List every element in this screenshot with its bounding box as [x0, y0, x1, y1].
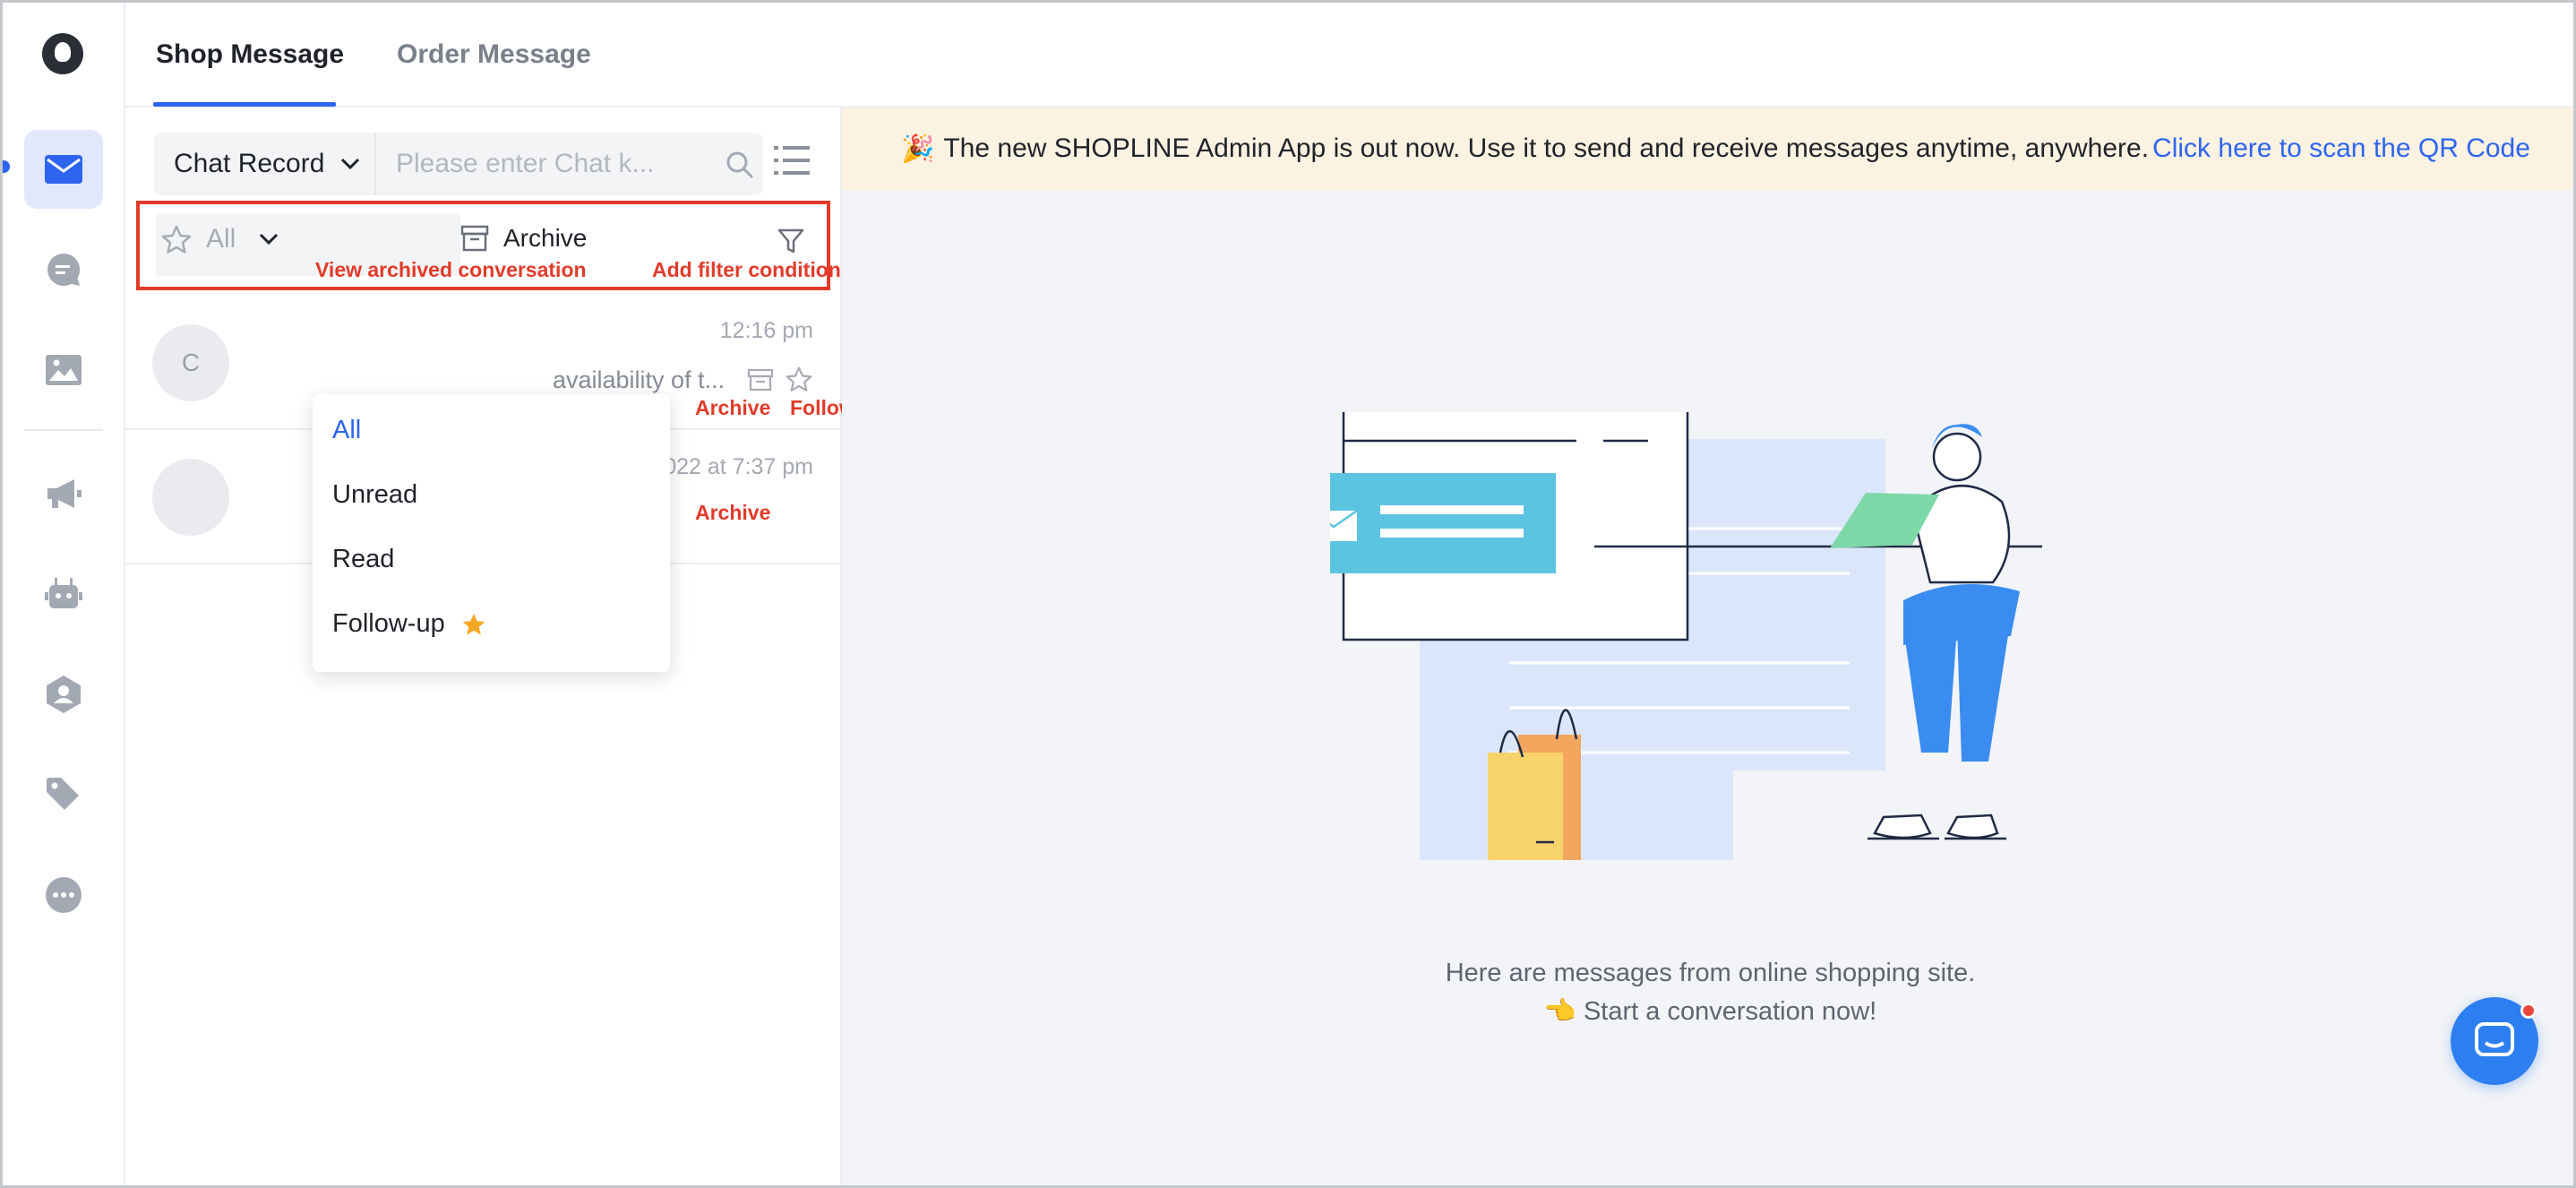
annotation-add-filter: Add filter conditions: [652, 258, 853, 281]
filter-all-select[interactable]: All: [161, 224, 279, 254]
annotation-view-archived: View archived conversation: [315, 258, 587, 281]
empty-state-line2: 👈 Start a conversation now!: [1543, 997, 1877, 1026]
star-filled-icon: [462, 613, 485, 635]
party-popper-icon: 🎉: [901, 133, 935, 164]
active-indicator: [3, 160, 10, 173]
megaphone-icon: [47, 479, 82, 508]
filter-all-label: All: [206, 224, 236, 254]
search-bar: Chat Record: [154, 133, 763, 195]
chevron-down-icon: [341, 158, 360, 170]
main-content: 🎉 The new SHOPLINE Admin App is out now.…: [842, 108, 2573, 1185]
archive-icon[interactable]: [747, 368, 774, 392]
avatar: [152, 459, 229, 536]
search-input[interactable]: [378, 133, 709, 195]
search-icon[interactable]: [726, 151, 754, 179]
sidebar-item-chat[interactable]: [24, 230, 103, 309]
sidebar-item-media[interactable]: [24, 331, 103, 409]
customer-icon: [47, 676, 81, 713]
logo-icon[interactable]: [42, 33, 83, 74]
image-icon: [46, 355, 82, 385]
archive-label: Archive: [503, 224, 588, 252]
more-icon: [46, 877, 82, 913]
notification-dot: [2520, 1003, 2537, 1019]
sidebar-item-bot[interactable]: [24, 555, 103, 633]
sidebar-item-messages[interactable]: [24, 130, 103, 209]
conversation-preview: availability of t...: [553, 366, 726, 393]
sidebar-item-customers[interactable]: [24, 655, 103, 734]
qr-code-link[interactable]: Click here to scan the QR Code: [2152, 133, 2530, 164]
active-tab-underline: [153, 102, 336, 107]
robot-icon: [45, 578, 82, 608]
search-type-label: Chat Record: [174, 149, 325, 178]
app-frame: Shop Message Order Message Chat Record A…: [0, 0, 2576, 1188]
sidebar-item-more[interactable]: [24, 856, 103, 934]
tab-order-message[interactable]: Order Message: [397, 37, 591, 73]
archive-icon: [460, 225, 489, 252]
empty-state-line1: Here are messages from online shopping s…: [1445, 959, 1976, 987]
dropdown-item-followup-label: Follow-up: [332, 609, 445, 638]
filter-icon[interactable]: [777, 228, 804, 254]
star-outline-icon[interactable]: [786, 366, 812, 392]
chat-icon: [47, 253, 81, 286]
conversation-time: 12:16 pm: [719, 318, 813, 343]
empty-state-illustration: [1330, 412, 2042, 860]
dropdown-item-all[interactable]: All: [332, 416, 361, 445]
filter-dropdown-menu: All Unread Read Follow-up: [313, 394, 670, 672]
archive-button[interactable]: Archive: [460, 224, 587, 253]
dropdown-item-followup[interactable]: Follow-up: [332, 609, 486, 639]
dropdown-item-read[interactable]: Read: [332, 545, 394, 574]
app-announcement-banner: 🎉 The new SHOPLINE Admin App is out now.…: [842, 108, 2573, 190]
chat-bubble-icon: [2475, 1022, 2514, 1056]
dropdown-item-unread[interactable]: Unread: [332, 480, 417, 510]
rail-divider: [24, 429, 103, 431]
chevron-down-icon: [260, 233, 279, 245]
tag-icon: [47, 778, 79, 810]
sidebar-item-broadcast[interactable]: [24, 454, 103, 533]
sidebar-rail: [3, 3, 125, 1185]
star-outline-icon: [161, 225, 192, 254]
mail-icon: [45, 155, 82, 184]
tab-shop-message[interactable]: Shop Message: [156, 37, 344, 73]
sidebar-item-tags[interactable]: [24, 755, 103, 834]
avatar: C: [152, 324, 229, 401]
search-type-select[interactable]: Chat Record: [154, 133, 376, 195]
annotation-row-archive: Archive: [695, 396, 771, 419]
banner-message: The new SHOPLINE Admin App is out now. U…: [943, 133, 2150, 163]
message-tabs: Shop Message Order Message: [125, 3, 2573, 108]
filter-toolbar: All Archive View archived conversation A…: [136, 201, 853, 290]
list-view-icon[interactable]: [774, 145, 810, 176]
conversation-panel: Chat Record All Archive View archived co…: [125, 108, 888, 1185]
